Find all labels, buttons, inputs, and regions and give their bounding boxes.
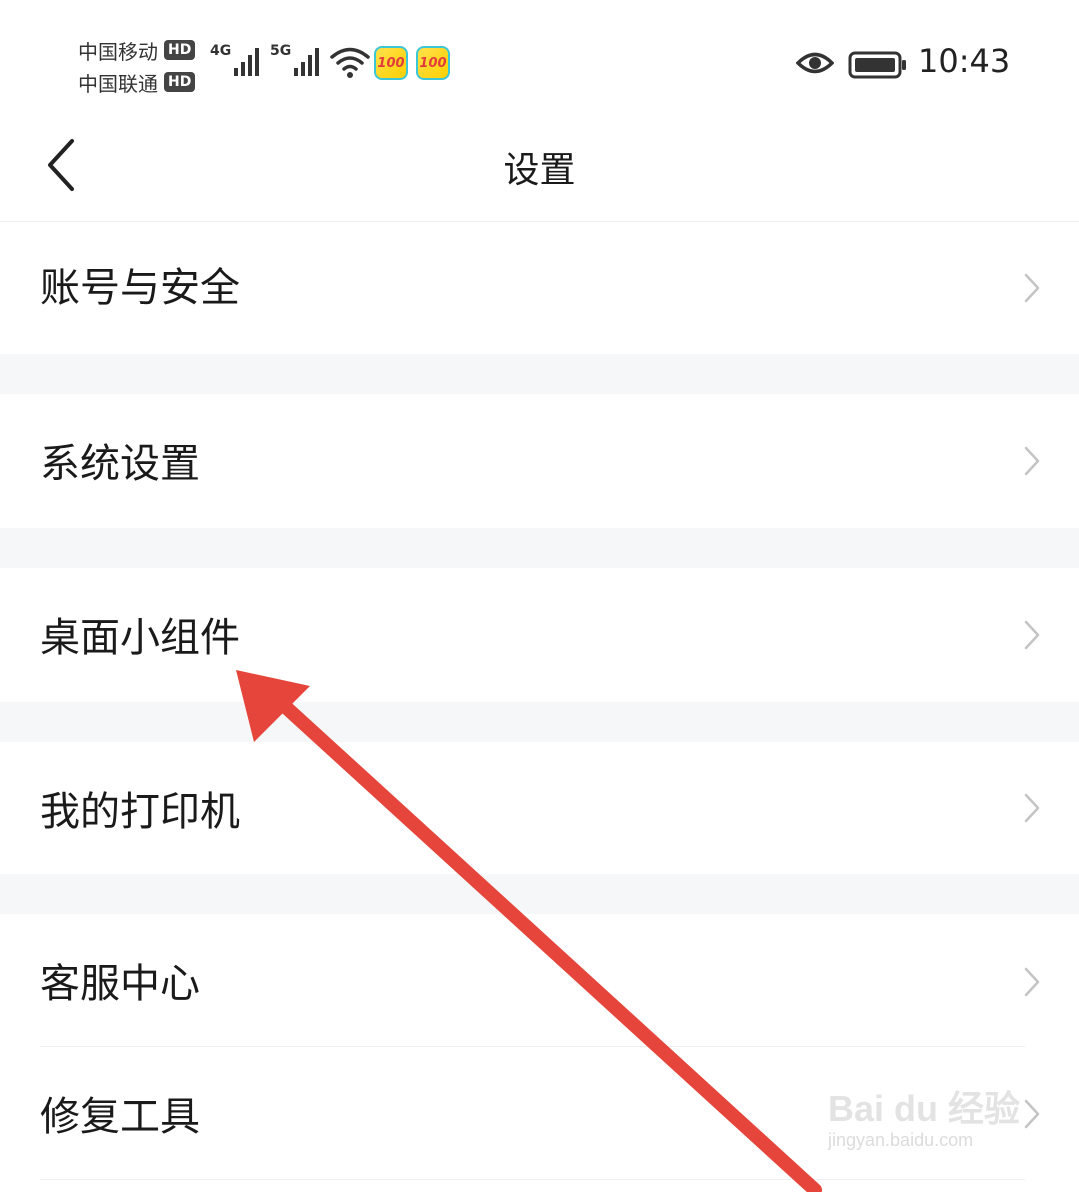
settings-item-account-security[interactable]: 账号与安全	[0, 222, 1079, 354]
settings-item-label: 账号与安全	[40, 265, 240, 311]
baidu-jingyan-watermark: Bai du 经验 jingyan.baidu.com	[828, 1080, 1028, 1170]
hd-badge: HD	[164, 72, 196, 92]
signal-bars-icon	[294, 44, 322, 76]
section-gap	[0, 702, 1079, 742]
signal-5g: 5G	[270, 44, 322, 76]
hd-badge: HD	[164, 40, 196, 60]
settings-item-desktop-widgets[interactable]: 桌面小组件	[0, 568, 1079, 702]
section-gap	[0, 874, 1079, 914]
signal-bars-icon	[234, 44, 262, 76]
chevron-right-icon	[1024, 793, 1040, 823]
status-bar: 中国移动 HD 中国联通 HD 4G 5G 100 100 10:43	[0, 0, 1079, 115]
chevron-right-icon	[1024, 620, 1040, 650]
chevron-right-icon	[1024, 967, 1040, 997]
watermark-logo: Bai du 经验	[828, 1088, 1021, 1129]
net-4g-label: 4G	[210, 43, 232, 59]
screen: 中国移动 HD 中国联通 HD 4G 5G 100 100 10:43 设置 账…	[0, 0, 1079, 1192]
app-notification-icon: 100	[374, 46, 408, 80]
watermark-url: jingyan.baidu.com	[828, 1130, 974, 1150]
status-time: 10:43	[918, 42, 1011, 80]
eye-icon	[796, 52, 834, 74]
net-5g-label: 5G	[270, 43, 292, 59]
settings-item-label: 系统设置	[40, 441, 200, 487]
nav-header: 设置	[0, 115, 1079, 222]
settings-item-label: 桌面小组件	[40, 615, 240, 661]
settings-item-label: 客服中心	[40, 961, 200, 1007]
row-divider	[40, 1179, 1025, 1180]
carrier-2-label: 中国联通	[78, 71, 158, 96]
chevron-right-icon	[1024, 273, 1040, 303]
carrier-info: 中国移动 HD 中国联通 HD	[78, 34, 196, 98]
carrier-1-label: 中国移动	[78, 39, 158, 64]
battery-icon	[848, 51, 906, 79]
signal-4g: 4G	[210, 44, 262, 76]
section-gap	[0, 354, 1079, 394]
settings-item-system-settings[interactable]: 系统设置	[0, 394, 1079, 528]
wifi-icon	[330, 47, 370, 78]
settings-item-customer-service[interactable]: 客服中心	[0, 914, 1079, 1046]
page-title: 设置	[503, 150, 576, 191]
section-gap	[0, 528, 1079, 568]
chevron-right-icon	[1024, 446, 1040, 476]
settings-item-label: 修复工具	[40, 1094, 200, 1140]
settings-item-my-printer[interactable]: 我的打印机	[0, 742, 1079, 874]
app-notification-icon: 100	[416, 46, 450, 80]
settings-item-label: 我的打印机	[40, 789, 240, 835]
